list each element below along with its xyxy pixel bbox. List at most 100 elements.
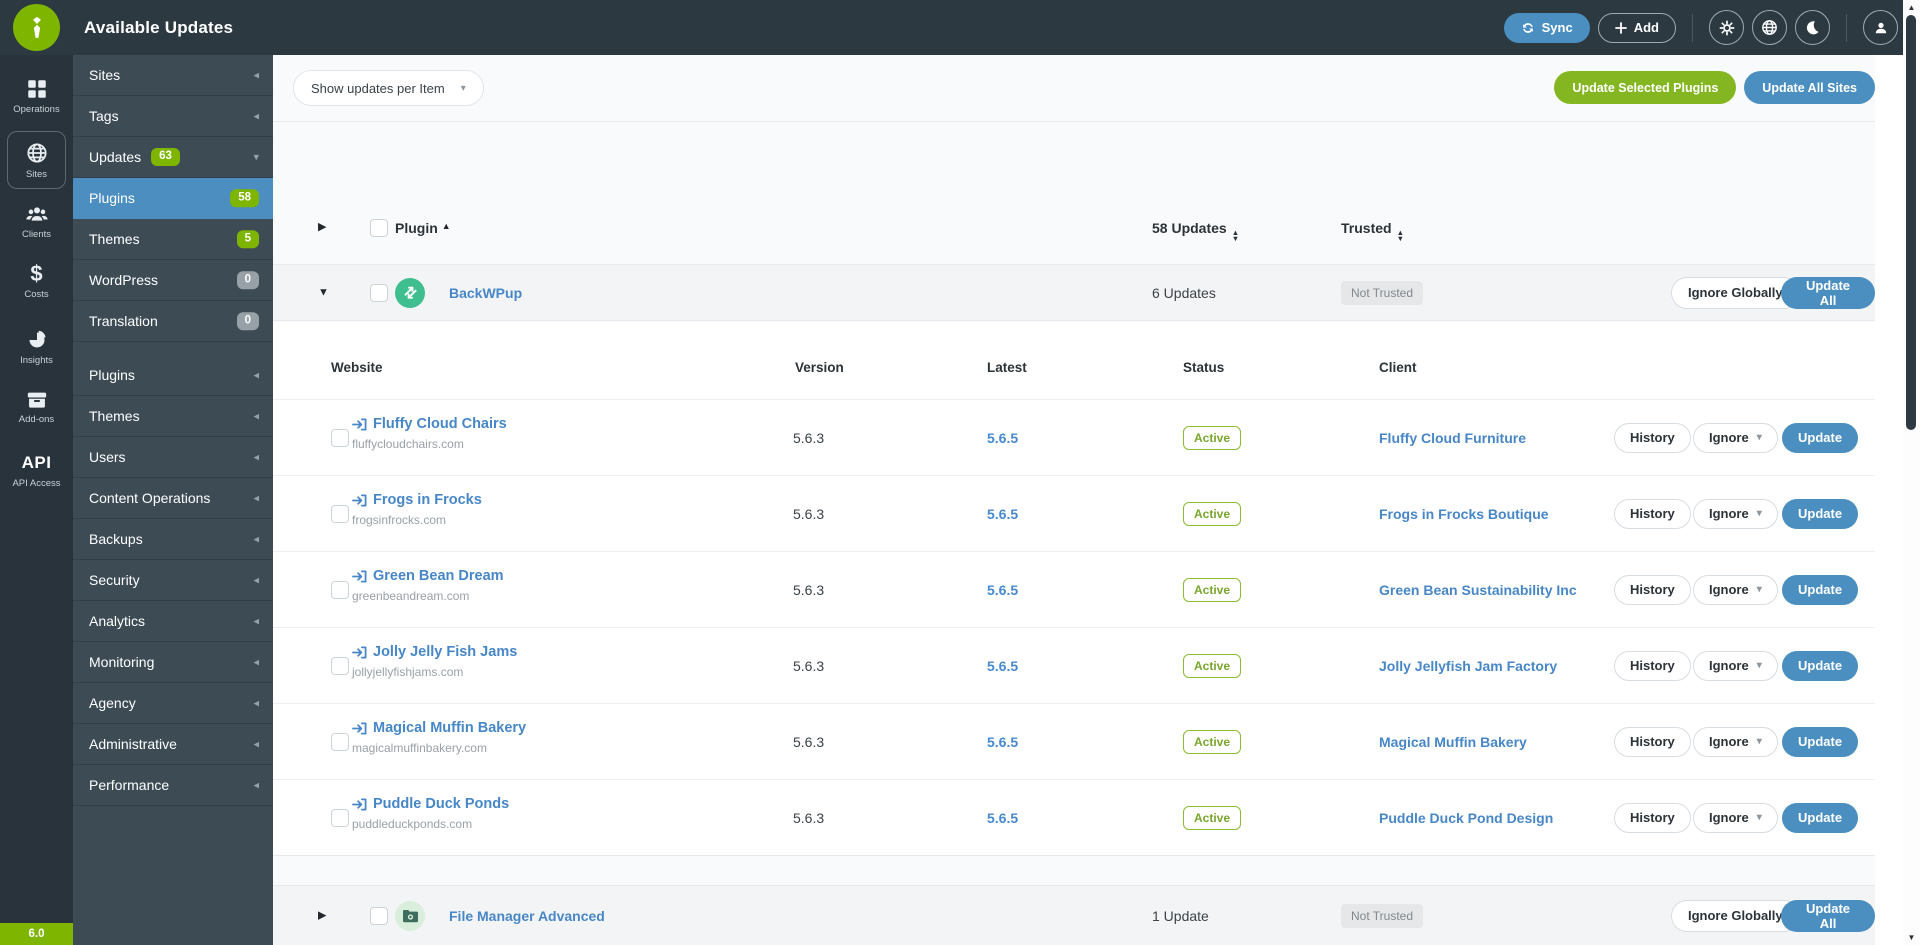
sidebar-item-security[interactable]: Security ◂ xyxy=(73,560,273,601)
site-name-link[interactable]: Frogs in Frocks xyxy=(373,492,482,508)
rail-item-costs[interactable]: $ Costs xyxy=(0,263,73,301)
site-name-link[interactable]: Fluffy Cloud Chairs xyxy=(373,416,507,432)
client-link[interactable]: Green Bean Sustainability Inc xyxy=(1379,582,1577,598)
update-all-button[interactable]: Update All xyxy=(1781,899,1875,932)
row-checkbox[interactable] xyxy=(331,504,349,523)
sidebar-item-analytics[interactable]: Analytics ◂ xyxy=(73,601,273,642)
history-button[interactable]: History xyxy=(1614,574,1691,605)
rail-item-sites[interactable]: Sites xyxy=(7,131,66,189)
ignore-dropdown-button[interactable]: Ignore ▾ xyxy=(1693,498,1778,529)
login-arrow-icon[interactable] xyxy=(352,569,367,584)
update-selected-plugins-button[interactable]: Update Selected Plugins xyxy=(1554,71,1737,104)
update-button[interactable]: Update xyxy=(1782,498,1859,529)
history-button[interactable]: History xyxy=(1614,422,1691,453)
latest-version-link[interactable]: 5.6.5 xyxy=(987,506,1018,522)
scrollbar-thumb[interactable] xyxy=(1906,15,1916,430)
sidebar-item-updates-translation[interactable]: Translation 0 xyxy=(73,301,273,342)
ignore-dropdown-button[interactable]: Ignore ▾ xyxy=(1693,422,1778,453)
sidebar-item-updates-themes[interactable]: Themes 5 xyxy=(73,219,273,260)
rail-item-api-access[interactable]: API API Access xyxy=(0,453,73,489)
sidebar-item-tags[interactable]: Tags ◂ xyxy=(73,96,273,137)
latest-version-link[interactable]: 5.6.5 xyxy=(987,582,1018,598)
ignore-dropdown-button[interactable]: Ignore ▾ xyxy=(1693,802,1778,833)
account-button[interactable] xyxy=(1863,10,1898,45)
site-name-link[interactable]: Puddle Duck Ponds xyxy=(373,796,509,812)
login-arrow-icon[interactable] xyxy=(352,797,367,812)
group-checkbox[interactable] xyxy=(370,283,388,302)
collapse-arrow-icon[interactable]: ▼ xyxy=(318,287,329,298)
sidebar-item-backups[interactable]: Backups ◂ xyxy=(73,519,273,560)
update-button[interactable]: Update xyxy=(1782,726,1859,757)
update-button[interactable]: Update xyxy=(1782,802,1859,833)
row-checkbox[interactable] xyxy=(331,580,349,599)
plugin-group-name-link[interactable]: File Manager Advanced xyxy=(449,908,605,924)
sync-button[interactable]: Sync xyxy=(1503,12,1590,43)
history-button[interactable]: History xyxy=(1614,802,1691,833)
row-checkbox[interactable] xyxy=(331,428,349,447)
row-checkbox[interactable] xyxy=(331,656,349,675)
history-button[interactable]: History xyxy=(1614,726,1691,757)
select-all-checkbox[interactable] xyxy=(370,219,388,237)
login-arrow-icon[interactable] xyxy=(352,721,367,736)
row-checkbox[interactable] xyxy=(331,732,349,751)
client-link[interactable]: Puddle Duck Pond Design xyxy=(1379,810,1553,826)
latest-version-link[interactable]: 5.6.5 xyxy=(987,734,1018,750)
rail-item-insights[interactable]: Insights xyxy=(0,330,73,366)
sidebar-item-plugins[interactable]: Plugins ◂ xyxy=(73,355,273,396)
sidebar-item-updates-wordpress[interactable]: WordPress 0 xyxy=(73,260,273,301)
update-button[interactable]: Update xyxy=(1782,422,1859,453)
latest-version-link[interactable]: 5.6.5 xyxy=(987,810,1018,826)
row-checkbox[interactable] xyxy=(331,808,349,827)
ignore-dropdown-button[interactable]: Ignore ▾ xyxy=(1693,726,1778,757)
app-logo[interactable] xyxy=(13,4,60,51)
site-name-link[interactable]: Jolly Jelly Fish Jams xyxy=(373,644,517,660)
settings-button[interactable] xyxy=(1709,10,1744,45)
sidebar-item-administrative[interactable]: Administrative ◂ xyxy=(73,724,273,765)
sidebar-item-content-operations[interactable]: Content Operations ◂ xyxy=(73,478,273,519)
login-arrow-icon[interactable] xyxy=(352,645,367,660)
login-arrow-icon[interactable] xyxy=(352,417,367,432)
expand-arrow-icon[interactable]: ▶ xyxy=(318,910,326,921)
update-all-button[interactable]: Update All xyxy=(1781,276,1875,309)
latest-version-link[interactable]: 5.6.5 xyxy=(987,430,1018,446)
sidebar-item-monitoring[interactable]: Monitoring ◂ xyxy=(73,642,273,683)
update-button[interactable]: Update xyxy=(1782,574,1859,605)
rail-item-operations[interactable]: Operations xyxy=(0,79,73,115)
trusted-status-badge: Not Trusted xyxy=(1341,903,1424,928)
scroll-down-arrow[interactable]: ▼ xyxy=(1903,933,1920,942)
expand-all-arrow-icon[interactable]: ▶ xyxy=(318,222,326,233)
sidebar-item-updates[interactable]: Updates 63 ▾ xyxy=(73,137,273,178)
client-link[interactable]: Fluffy Cloud Furniture xyxy=(1379,430,1526,446)
group-checkbox[interactable] xyxy=(370,906,388,925)
site-name-link[interactable]: Magical Muffin Bakery xyxy=(373,720,526,736)
scroll-up-arrow[interactable]: ▲ xyxy=(1903,3,1920,12)
client-link[interactable]: Frogs in Frocks Boutique xyxy=(1379,506,1549,522)
plugin-group-name-link[interactable]: BackWPup xyxy=(449,285,522,301)
rail-item-clients[interactable]: Clients xyxy=(0,204,73,240)
login-arrow-icon[interactable] xyxy=(352,493,367,508)
sidebar-item-updates-plugins[interactable]: Plugins 58 xyxy=(73,178,273,219)
update-all-sites-button[interactable]: Update All Sites xyxy=(1744,71,1875,104)
language-button[interactable] xyxy=(1752,10,1787,45)
sidebar-item-agency[interactable]: Agency ◂ xyxy=(73,683,273,724)
trusted-column-header[interactable]: Trusted ▲ ▼ xyxy=(1341,220,1404,241)
ignore-dropdown-button[interactable]: Ignore ▾ xyxy=(1693,650,1778,681)
sidebar-item-themes[interactable]: Themes ◂ xyxy=(73,396,273,437)
update-button[interactable]: Update xyxy=(1782,650,1859,681)
updates-column-header[interactable]: 58 Updates ▲ ▼ xyxy=(1152,220,1239,241)
sidebar-item-users[interactable]: Users ◂ xyxy=(73,437,273,478)
add-button[interactable]: Add xyxy=(1597,12,1676,43)
rail-item-addons[interactable]: Add-ons xyxy=(0,391,73,425)
show-updates-per-item-dropdown[interactable]: Show updates per Item ▾ xyxy=(293,70,484,106)
ignore-dropdown-button[interactable]: Ignore ▾ xyxy=(1693,574,1778,605)
client-link[interactable]: Magical Muffin Bakery xyxy=(1379,734,1527,750)
latest-version-link[interactable]: 5.6.5 xyxy=(987,658,1018,674)
history-button[interactable]: History xyxy=(1614,498,1691,529)
history-button[interactable]: History xyxy=(1614,650,1691,681)
sidebar-item-sites[interactable]: Sites ◂ xyxy=(73,55,273,96)
sidebar-item-performance[interactable]: Performance ◂ xyxy=(73,765,273,806)
plugin-column-header[interactable]: Plugin ▲ xyxy=(395,220,451,236)
site-name-link[interactable]: Green Bean Dream xyxy=(373,568,504,584)
client-link[interactable]: Jolly Jellyfish Jam Factory xyxy=(1379,658,1557,674)
dark-mode-button[interactable] xyxy=(1795,10,1830,45)
